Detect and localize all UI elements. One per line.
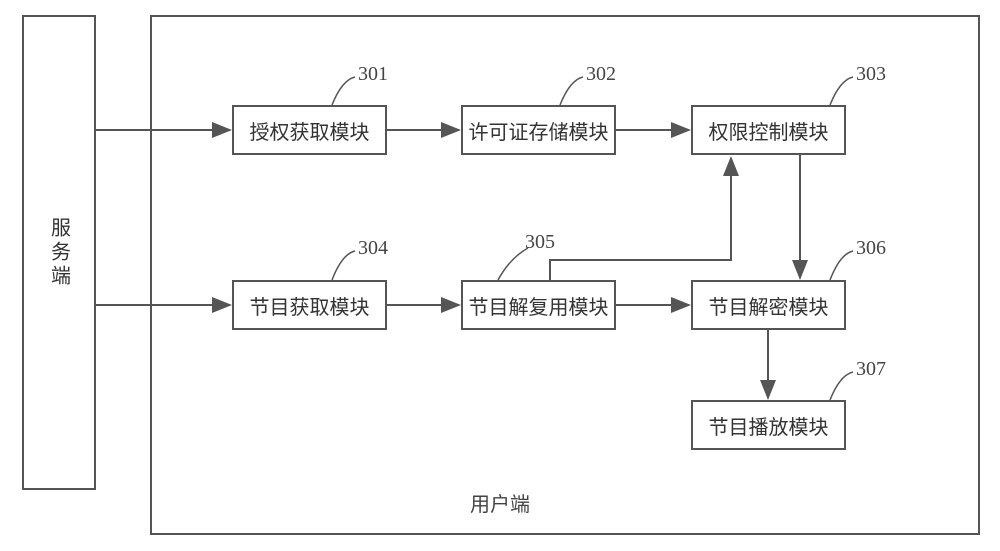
num-301: 301 [358, 63, 388, 86]
client-label: 用户端 [470, 488, 530, 517]
box-304: 节目获取模块 [232, 280, 387, 330]
box-307: 节目播放模块 [691, 400, 846, 450]
box-303: 权限控制模块 [691, 105, 846, 155]
num-305: 305 [525, 231, 555, 254]
num-302: 302 [586, 63, 616, 86]
box-305-label: 节目解复用模块 [469, 291, 609, 320]
box-305: 节目解复用模块 [461, 280, 616, 330]
box-302: 许可证存储模块 [461, 105, 616, 155]
box-307-label: 节目播放模块 [709, 411, 829, 440]
num-306: 306 [856, 237, 886, 260]
num-303: 303 [856, 63, 886, 86]
box-303-label: 权限控制模块 [709, 116, 829, 145]
num-304: 304 [358, 237, 388, 260]
box-301: 授权获取模块 [232, 105, 387, 155]
box-304-label: 节目获取模块 [250, 291, 370, 320]
server-box: 服务端 [22, 15, 96, 490]
num-307: 307 [856, 358, 886, 381]
box-301-label: 授权获取模块 [250, 116, 370, 145]
client-box [150, 15, 980, 535]
box-306-label: 节目解密模块 [709, 291, 829, 320]
box-302-label: 许可证存储模块 [469, 116, 609, 145]
box-306: 节目解密模块 [691, 280, 846, 330]
server-label: 服务端 [45, 217, 74, 289]
